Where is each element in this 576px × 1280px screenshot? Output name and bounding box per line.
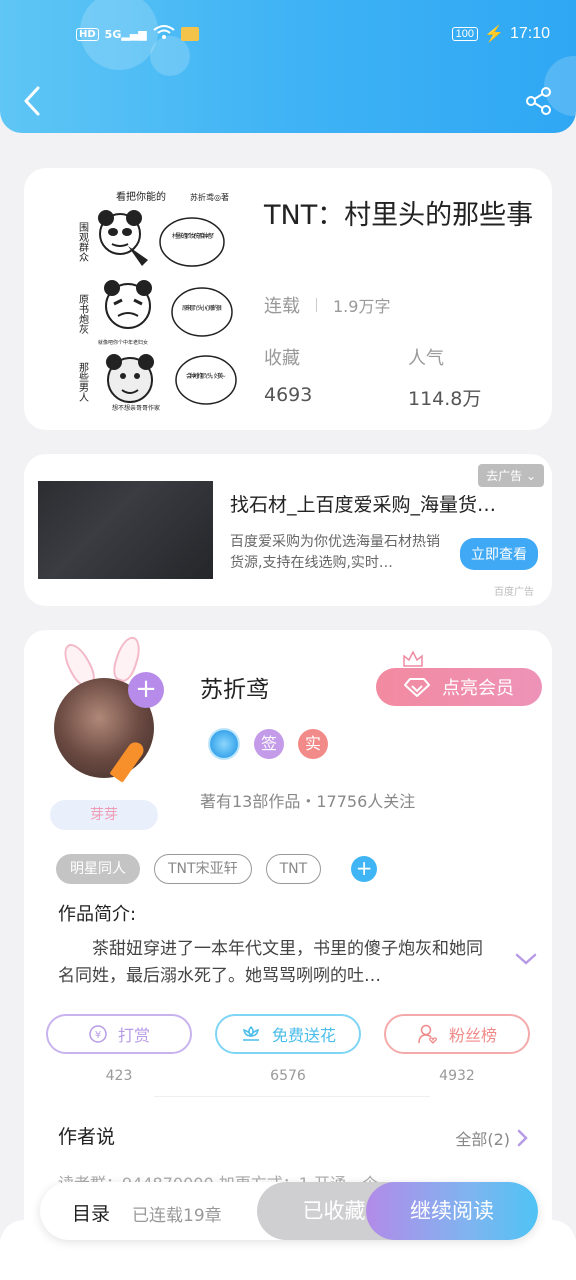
chevron-down-icon: ⌄ bbox=[525, 469, 536, 483]
fans-action: 粉丝榜 4932 bbox=[384, 1014, 530, 1084]
mail-icon bbox=[180, 27, 199, 41]
cover-caption-3: 想不想亲哥哥作家 bbox=[112, 404, 160, 412]
status-bar: HD 5G▂▄▆ 100 ⚡ 17:10 bbox=[0, 22, 576, 50]
ad-card[interactable]: 去广告 ⌄ 找石材_上百度爱采购_海量货… 百度爱采购为你优选海量石材热销货源,… bbox=[24, 454, 552, 606]
send-flower-label: 免费送花 bbox=[271, 1026, 336, 1045]
toc-button[interactable]: 目录 bbox=[72, 1199, 110, 1226]
author-badges: 签 实 bbox=[208, 728, 328, 760]
header-bar: HD 5G▂▄▆ 100 ⚡ 17:10 bbox=[0, 0, 576, 133]
action-row: ¥ 打赏 423 免费送花 6576 粉丝榜 4932 bbox=[46, 1014, 530, 1084]
flower-action: 免费送花 6576 bbox=[215, 1014, 361, 1084]
author-name[interactable]: 苏折鸢 bbox=[200, 670, 269, 704]
cover-side-2: 原书炮灰 bbox=[77, 294, 89, 335]
tag-item[interactable]: 明星同人 bbox=[56, 854, 140, 884]
cover-illustration: 看把你能的 苏折鸢◎著 围观群众 原书炮灰 那些男人 村里头的那个女孩子会种地了… bbox=[77, 190, 237, 412]
send-flower-button[interactable]: 免费送花 bbox=[215, 1014, 361, 1054]
reward-button[interactable]: ¥ 打赏 bbox=[46, 1014, 192, 1054]
intro-label: 作品简介: bbox=[58, 904, 137, 925]
cover-bubble-3: 会种地的那丫头，好美~ bbox=[186, 372, 226, 380]
sign-badge[interactable]: 签 bbox=[254, 729, 284, 759]
author-say-all-link[interactable]: 全部(2) bbox=[455, 1126, 528, 1150]
favorites-stat: 收藏 4693 bbox=[264, 344, 312, 406]
signal-icon: 5G▂▄▆ bbox=[104, 27, 147, 41]
popularity-stat: 人气 114.8万 bbox=[408, 344, 481, 411]
vip-button-label: 点亮会员 bbox=[442, 678, 514, 699]
share-icon[interactable] bbox=[524, 86, 554, 116]
cover-caption-2: 就像吧你个中年老妇女 bbox=[98, 339, 148, 346]
chevron-right-icon bbox=[517, 1129, 528, 1147]
fan-user-icon bbox=[418, 1024, 437, 1044]
clock: 17:10 bbox=[509, 25, 550, 42]
verified-badge[interactable]: 实 bbox=[298, 729, 328, 759]
battery-indicator: 100 bbox=[451, 27, 479, 41]
flower-count: 6576 bbox=[270, 1068, 306, 1084]
hd-indicator: HD bbox=[76, 27, 99, 41]
book-status: 连载 bbox=[264, 296, 300, 317]
book-info-card: 看把你能的 苏折鸢◎著 围观群众 原书炮灰 那些男人 村里头的那个女孩子会种地了… bbox=[24, 168, 552, 430]
chapter-count: 已连载19章 bbox=[132, 1206, 222, 1226]
author-say-title: 作者说 bbox=[58, 1126, 116, 1148]
ad-title[interactable]: 找石材_上百度爱采购_海量货… bbox=[230, 490, 530, 517]
bottom-action-bar: 目录 已连载19章 已收藏 继续阅读 bbox=[40, 1182, 538, 1240]
follow-plus-icon[interactable]: + bbox=[128, 672, 164, 708]
music-badge-icon[interactable] bbox=[208, 728, 240, 760]
fans-count: 4932 bbox=[439, 1068, 475, 1084]
fans-ranking-button[interactable]: 粉丝榜 bbox=[384, 1014, 530, 1054]
svg-text:¥: ¥ bbox=[95, 1030, 101, 1041]
book-title: TNT：村里头的那些事 bbox=[264, 200, 534, 231]
tag-item[interactable]: TNT bbox=[265, 854, 322, 884]
ad-source: 百度广告 bbox=[494, 587, 534, 598]
cover-bubble-2: 原来那丫头小心眼的很! bbox=[182, 304, 222, 312]
add-tag-button[interactable]: + bbox=[351, 856, 378, 882]
popularity-label: 人气 bbox=[408, 348, 444, 369]
favorites-value: 4693 bbox=[264, 384, 313, 406]
author-works-line: 著有13部作品・17756人关注 bbox=[200, 792, 416, 811]
back-icon[interactable] bbox=[18, 84, 48, 118]
cover-author-tag: 苏折鸢◎著 bbox=[190, 192, 229, 202]
remove-ad-label: 去广告 bbox=[486, 469, 523, 483]
ad-image[interactable] bbox=[38, 481, 213, 579]
ad-description: 百度爱采购为你优选海量石材热销货源,支持在线选购,实时… bbox=[230, 534, 440, 571]
continue-reading-button[interactable]: 继续阅读 bbox=[366, 1182, 538, 1240]
cover-bubble-1: 村里头的那个女孩子会种地了! bbox=[172, 232, 215, 240]
cover-side-1: 围观群众 bbox=[77, 222, 89, 262]
word-count: 1.9万字 bbox=[333, 297, 391, 316]
remove-ad-button[interactable]: 去广告 ⌄ bbox=[478, 464, 544, 487]
flower-icon bbox=[242, 1025, 259, 1041]
reward-label: 打赏 bbox=[117, 1026, 150, 1045]
fans-ranking-label: 粉丝榜 bbox=[448, 1026, 497, 1045]
reward-action: ¥ 打赏 423 bbox=[46, 1014, 192, 1084]
section-divider bbox=[154, 1096, 430, 1097]
book-meta: 连载 1.9万字 bbox=[264, 292, 390, 318]
popularity-value: 114.8万 bbox=[408, 388, 482, 410]
vip-button[interactable]: 点亮会员 bbox=[376, 668, 542, 706]
crown-icon bbox=[403, 650, 423, 667]
favorites-label: 收藏 bbox=[264, 348, 300, 369]
ad-view-button[interactable]: 立即查看 bbox=[460, 538, 538, 570]
yen-coin-icon: ¥ bbox=[89, 1025, 107, 1043]
cover-top-text: 看把你能的 bbox=[116, 190, 166, 203]
tag-item[interactable]: TNT宋亚轩 bbox=[154, 854, 252, 884]
charging-icon: ⚡ bbox=[484, 26, 504, 43]
network-type: 5G bbox=[104, 27, 122, 41]
book-cover[interactable]: 看把你能的 苏折鸢◎著 围观群众 原书炮灰 那些男人 村里头的那个女孩子会种地了… bbox=[68, 186, 244, 414]
reward-count: 423 bbox=[105, 1068, 133, 1084]
tag-list: 明星同人 TNT宋亚轩 TNT + bbox=[56, 854, 378, 884]
diamond-icon bbox=[404, 678, 430, 697]
author-say-all-label: 全部(2) bbox=[455, 1130, 510, 1149]
sprout-badge: 芽芽 bbox=[50, 800, 158, 830]
meta-divider bbox=[316, 298, 317, 312]
cover-side-3: 那些男人 bbox=[77, 362, 89, 402]
wifi-icon bbox=[153, 24, 175, 44]
expand-chevron-icon[interactable] bbox=[514, 952, 538, 966]
intro-text[interactable]: 茶甜妞穿进了一本年代文里，书里的傻子炮灰和她同名同姓，最后溺水死了。她骂骂咧咧的… bbox=[58, 936, 498, 990]
